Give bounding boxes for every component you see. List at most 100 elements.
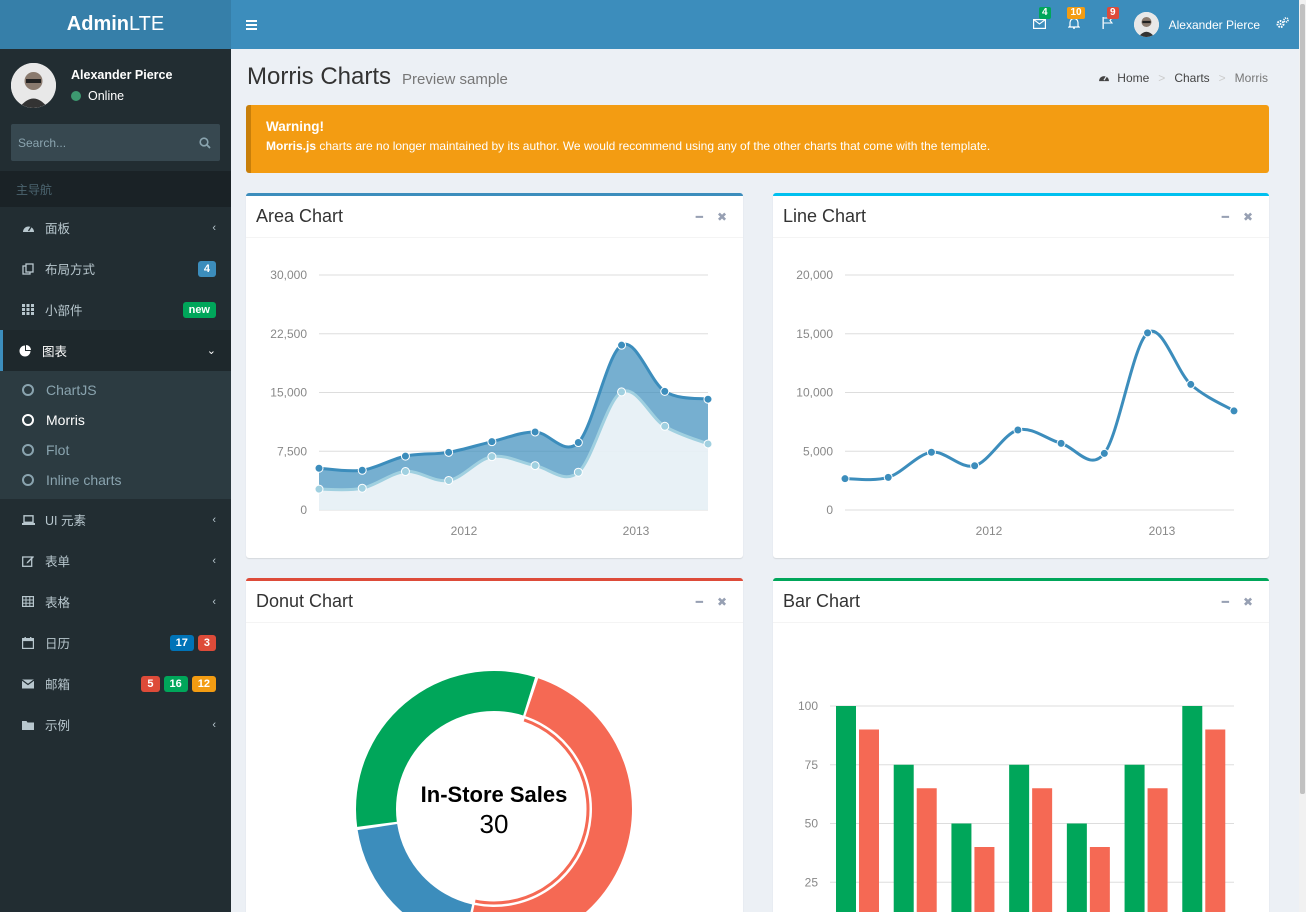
submenu-item-flot[interactable]: Flot [0,435,231,465]
calendar-badge: 3 [197,634,216,651]
line-point [1099,448,1109,458]
y-tick-label: 0 [300,503,307,517]
page-title: Morris Charts [247,63,392,90]
y-tick-label: 10,000 [796,386,833,400]
search-input[interactable] [11,124,190,161]
chevron-left-icon: ‹ [212,513,216,526]
submenu-item-chartjs[interactable]: ChartJS [0,375,231,405]
bar [893,764,914,912]
line-chart-box: Line Chart ━ ✖ 0 5,000 10,000 15,000 20,000 20… [773,193,1269,558]
donut-chart: In-Store Sales30 [356,671,632,912]
y-tick-label: 5,000 [803,444,833,458]
avatar [1133,12,1159,37]
sidebar-item-widgets[interactable]: 小部件 new [0,289,231,330]
sidebar-item-ui-elements[interactable]: UI 元素 ‹ [0,499,231,540]
mailbox-badge: 12 [191,675,216,692]
breadcrumb-home[interactable]: Home [1117,71,1149,85]
line-point [1143,328,1153,338]
minus-icon[interactable]: ━ [1222,595,1229,609]
bar [1032,788,1053,912]
chevron-down-icon: ⌄ [206,345,216,357]
calendar-icon [21,636,35,650]
close-icon[interactable]: ✖ [717,595,727,609]
breadcrumb-charts[interactable]: Charts [1174,71,1209,85]
sidebar-search [11,124,220,161]
bar [1205,729,1226,912]
circle-icon [22,384,34,396]
area-point [573,467,583,477]
line-point [1229,406,1239,416]
donut-center-label: In-Store Sales [421,782,568,807]
y-tick-label: 22,500 [270,327,307,341]
area-point [357,465,367,475]
mailbox-badge: 16 [163,675,188,692]
sidebar-item-dashboard[interactable]: 面板 ‹ [0,207,231,248]
circle-icon [22,444,34,456]
nav-header: 主导航 [0,171,231,207]
area-point [314,463,324,473]
close-icon[interactable]: ✖ [717,210,727,224]
search-icon[interactable] [190,124,220,161]
page-subtitle: Preview sample [402,71,508,88]
tasks-menu[interactable]: 9 [1094,0,1122,49]
line-series [844,329,1235,482]
minus-icon[interactable]: ━ [696,595,703,609]
bar [951,823,972,912]
user-menu[interactable]: Alexander Pierce [1133,12,1260,37]
minus-icon[interactable]: ━ [1222,210,1229,224]
messages-menu[interactable]: 4 [1026,0,1054,49]
chevron-left-icon: ‹ [212,221,216,234]
x-tick-label: 2012 [976,524,1003,538]
new-badge: new [182,301,216,318]
user-panel: Alexander Pierce Online [0,49,231,122]
bell-icon [1067,17,1081,32]
scrollbar[interactable] [1299,0,1306,912]
area-chart: 0 7,500 15,000 22,500 30,000 2012 2013 [270,268,713,538]
bar [1089,847,1110,912]
warning-title: Warning! [266,119,324,134]
chevron-left-icon: ‹ [212,718,216,731]
sidebar-toggle-icon[interactable] [231,0,271,49]
bar [1124,764,1145,912]
area-point [400,467,410,477]
area-point [703,394,713,404]
y-tick-label: 30,000 [270,268,307,282]
submenu-item-morris[interactable]: Morris [0,405,231,435]
area-point [660,421,670,431]
user-name: Alexander Pierce [71,68,173,82]
warning-callout: Warning! Morris.js charts are no longer … [246,105,1269,173]
close-icon[interactable]: ✖ [1243,210,1253,224]
scroll-thumb[interactable] [1300,4,1305,794]
area-point [703,439,713,449]
x-tick-label: 2012 [451,524,478,538]
box-title: Area Chart [256,206,344,226]
logo[interactable]: Admin LTE [0,0,231,49]
bar [974,847,995,912]
line-point [1056,438,1066,448]
user-status[interactable]: Online [71,89,172,103]
sidebar-item-calendar[interactable]: 日历 17 3 [0,622,231,663]
y-tick-label: 25 [805,875,819,889]
submenu-item-inline-charts[interactable]: Inline charts [0,465,231,495]
edit-icon [21,554,35,568]
gears-icon[interactable] [1276,17,1289,32]
y-tick-label: 100 [798,699,818,713]
area-chart-box: Area Chart ━ ✖ 0 7,500 15,000 22,500 30,000 20… [246,193,743,558]
donut-center-value: 30 [480,809,509,839]
sidebar-item-mailbox[interactable]: 邮箱 5 16 12 [0,663,231,704]
area-point [617,387,627,397]
minus-icon[interactable]: ━ [696,210,703,224]
notifications-menu[interactable]: 10 [1060,0,1088,49]
sidebar-item-tables[interactable]: 表格 ‹ [0,581,231,622]
sidebar-item-charts[interactable]: 图表 ⌄ [0,330,231,371]
area-point [487,437,497,447]
mailbox-badge: 5 [141,675,160,692]
pie-chart-icon [18,344,32,358]
area-point [530,427,540,437]
folder-icon [21,718,35,732]
sidebar-item-layout[interactable]: 布局方式 4 [0,248,231,289]
close-icon[interactable]: ✖ [1243,595,1253,609]
sidebar-item-forms[interactable]: 表单 ‹ [0,540,231,581]
notifications-badge: 10 [1067,7,1085,19]
sidebar-item-examples[interactable]: 示例 ‹ [0,704,231,745]
